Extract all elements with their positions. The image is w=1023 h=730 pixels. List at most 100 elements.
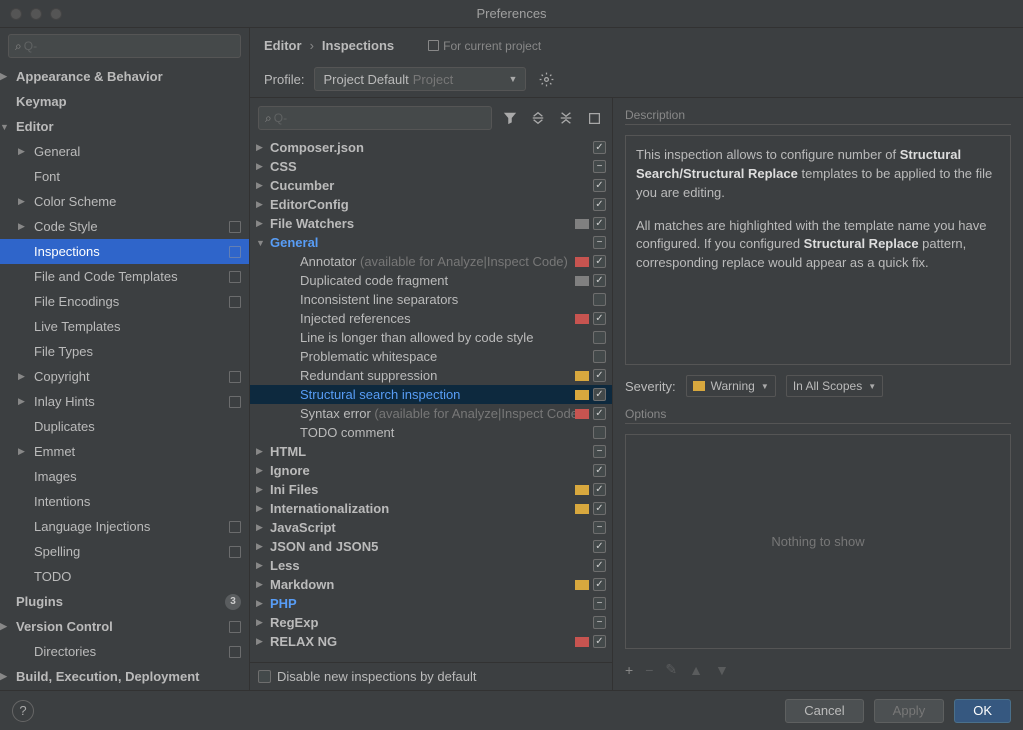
help-button[interactable]: ? [12, 700, 34, 722]
inspection-checkbox[interactable] [593, 540, 606, 553]
sidebar-item[interactable]: ▶Color Scheme [0, 189, 249, 214]
inspection-category[interactable]: ▶CSS [250, 157, 612, 176]
inspection-category[interactable]: ▼General [250, 233, 612, 252]
add-icon[interactable]: + [625, 662, 633, 678]
sidebar-item[interactable]: ▼Editor [0, 114, 249, 139]
inspection-category[interactable]: ▶PHP [250, 594, 612, 613]
breadcrumb-root[interactable]: Editor [264, 38, 302, 53]
inspection-category[interactable]: ▶File Watchers [250, 214, 612, 233]
sidebar-item[interactable]: ▶General [0, 139, 249, 164]
inspection-item[interactable]: Annotator (available for Analyze|Inspect… [250, 252, 612, 271]
sidebar-item[interactable]: File Encodings [0, 289, 249, 314]
inspection-category[interactable]: ▶HTML [250, 442, 612, 461]
inspection-item[interactable]: Injected references [250, 309, 612, 328]
inspection-checkbox[interactable] [593, 426, 606, 439]
inspection-checkbox[interactable] [593, 578, 606, 591]
inspection-checkbox[interactable] [593, 445, 606, 458]
inspection-category[interactable]: ▶JavaScript [250, 518, 612, 537]
sidebar-item[interactable]: Font [0, 164, 249, 189]
inspection-checkbox[interactable] [593, 179, 606, 192]
inspection-checkbox[interactable] [593, 616, 606, 629]
inspection-category[interactable]: ▶EditorConfig [250, 195, 612, 214]
ok-button[interactable]: OK [954, 699, 1011, 723]
reset-icon[interactable] [584, 108, 604, 128]
sidebar-item[interactable]: Inspections [0, 239, 249, 264]
inspection-checkbox[interactable] [593, 331, 606, 344]
inspection-checkbox[interactable] [593, 407, 606, 420]
inspection-item[interactable]: Structural search inspection [250, 385, 612, 404]
sidebar-item[interactable]: Images [0, 464, 249, 489]
remove-icon[interactable]: − [645, 662, 653, 678]
apply-button[interactable]: Apply [874, 699, 945, 723]
sidebar-item[interactable]: ▶Inlay Hints [0, 389, 249, 414]
inspection-checkbox[interactable] [593, 521, 606, 534]
inspection-checkbox[interactable] [593, 350, 606, 363]
inspection-checkbox[interactable] [593, 502, 606, 515]
inspection-category[interactable]: ▶Cucumber [250, 176, 612, 195]
edit-icon[interactable]: ✎ [665, 661, 677, 678]
inspection-item[interactable]: Problematic whitespace [250, 347, 612, 366]
sidebar-item[interactable]: ▶Appearance & Behavior [0, 64, 249, 89]
sidebar-search-input[interactable]: ⌕ Q- [8, 34, 241, 58]
inspection-checkbox[interactable] [593, 483, 606, 496]
sidebar-item[interactable]: ▶Build, Execution, Deployment [0, 664, 249, 689]
expand-all-icon[interactable] [528, 108, 548, 128]
inspection-checkbox[interactable] [593, 293, 606, 306]
inspection-checkbox[interactable] [593, 198, 606, 211]
scope-select[interactable]: In All Scopes ▼ [786, 375, 883, 397]
cancel-button[interactable]: Cancel [785, 699, 863, 723]
inspection-category[interactable]: ▶RegExp [250, 613, 612, 632]
inspection-search-input[interactable]: ⌕ Q- [258, 106, 492, 130]
inspection-checkbox[interactable] [593, 141, 606, 154]
inspection-category[interactable]: ▶Ignore [250, 461, 612, 480]
sidebar-item[interactable]: Plugins3 [0, 589, 249, 614]
filter-icon[interactable] [500, 108, 520, 128]
profile-select[interactable]: Project Default Project ▼ [314, 67, 526, 91]
inspection-category[interactable]: ▶Composer.json [250, 138, 612, 157]
inspection-checkbox[interactable] [593, 217, 606, 230]
sidebar-item[interactable]: Live Templates [0, 314, 249, 339]
sidebar-item[interactable]: ▶Copyright [0, 364, 249, 389]
settings-tree[interactable]: ▶Appearance & BehaviorKeymap▼Editor▶Gene… [0, 64, 249, 690]
inspection-checkbox[interactable] [593, 369, 606, 382]
inspection-item[interactable]: Line is longer than allowed by code styl… [250, 328, 612, 347]
inspection-category[interactable]: ▶Ini Files [250, 480, 612, 499]
inspection-checkbox[interactable] [593, 312, 606, 325]
inspection-checkbox[interactable] [593, 464, 606, 477]
minimize-icon[interactable] [30, 8, 42, 20]
inspection-item[interactable]: TODO comment [250, 423, 612, 442]
sidebar-item[interactable]: Spelling [0, 539, 249, 564]
close-icon[interactable] [10, 8, 22, 20]
maximize-icon[interactable] [50, 8, 62, 20]
gear-icon[interactable] [536, 69, 556, 89]
sidebar-item[interactable]: Directories [0, 639, 249, 664]
inspection-category[interactable]: ▶Internationalization [250, 499, 612, 518]
inspection-category[interactable]: ▶Less [250, 556, 612, 575]
inspection-checkbox[interactable] [593, 274, 606, 287]
inspection-category[interactable]: ▶RELAX NG [250, 632, 612, 651]
inspection-category[interactable]: ▶Markdown [250, 575, 612, 594]
sidebar-item[interactable]: File Types [0, 339, 249, 364]
inspection-item[interactable]: Inconsistent line separators [250, 290, 612, 309]
inspection-checkbox[interactable] [593, 635, 606, 648]
inspections-tree[interactable]: ▶Composer.json▶CSS▶Cucumber▶EditorConfig… [250, 138, 612, 662]
sidebar-item[interactable]: ▶Code Style [0, 214, 249, 239]
severity-select[interactable]: Warning ▼ [686, 375, 776, 397]
disable-new-checkbox[interactable] [258, 670, 271, 683]
sidebar-item[interactable]: Intentions [0, 489, 249, 514]
sidebar-item[interactable]: ▶Emmet [0, 439, 249, 464]
collapse-all-icon[interactable] [556, 108, 576, 128]
inspection-checkbox[interactable] [593, 597, 606, 610]
sidebar-item[interactable]: Duplicates [0, 414, 249, 439]
inspection-item[interactable]: Redundant suppression [250, 366, 612, 385]
move-up-icon[interactable]: ▲ [689, 662, 703, 678]
inspection-item[interactable]: Syntax error (available for Analyze|Insp… [250, 404, 612, 423]
sidebar-item[interactable]: Keymap [0, 89, 249, 114]
inspection-checkbox[interactable] [593, 160, 606, 173]
inspection-category[interactable]: ▶JSON and JSON5 [250, 537, 612, 556]
window-controls[interactable] [10, 8, 62, 20]
sidebar-item[interactable]: ▶Version Control [0, 614, 249, 639]
inspection-checkbox[interactable] [593, 255, 606, 268]
inspection-checkbox[interactable] [593, 388, 606, 401]
sidebar-item[interactable]: File and Code Templates [0, 264, 249, 289]
